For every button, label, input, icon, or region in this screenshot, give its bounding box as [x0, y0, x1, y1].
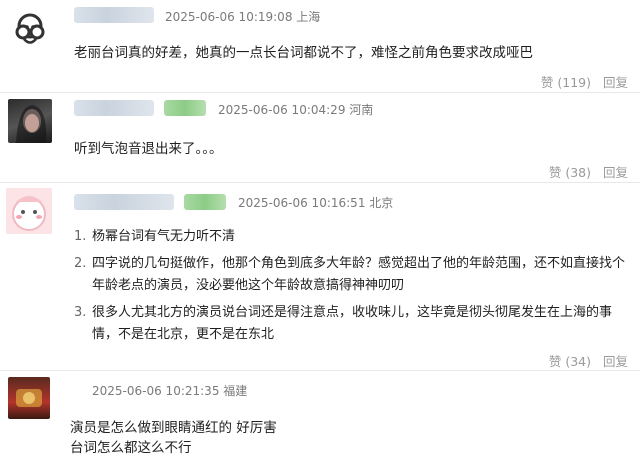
comment-item: 2025-06-06 10:21:35 福建 演员是怎么做到眼睛通红的 好厉害 …: [0, 370, 640, 456]
list-item-line: 杨幂台词有气无力听不清: [92, 229, 236, 244]
list-item-line: 四字说的几句挺做作，他那个角色到底多大年龄？感觉超出了他的年龄范围，还不如直接找…: [92, 256, 626, 271]
reply-button[interactable]: 回复: [603, 75, 628, 90]
avatar[interactable]: [8, 99, 52, 143]
avatar-image: [16, 105, 47, 143]
comment-location: 北京: [369, 196, 394, 210]
comment-location: 上海: [296, 10, 321, 24]
like-count: (34): [565, 354, 591, 369]
comment-actions: 赞 (34) 回复: [541, 351, 628, 370]
like-button[interactable]: 赞 (34): [549, 354, 591, 369]
avatar-image: [15, 13, 45, 44]
list-item-number: 3.: [74, 305, 87, 320]
list-item-line: 年龄老点的演员，没必要他这个年龄故意搞得神神叨叨: [92, 278, 405, 293]
username-blurred[interactable]: [74, 7, 154, 23]
comment-meta: 2025-06-06 10:19:08 上海: [165, 8, 320, 25]
comment-actions: 赞 (119) 回复: [533, 72, 628, 91]
list-item-line: 情，不是在北京，更不是在东北: [92, 327, 275, 342]
list-item-line: 很多人尤其北方的演员说台词还是得注意点，收收味儿，这毕竟是彻头彻尾发生在上海的事: [92, 305, 613, 320]
comment-numbered-list: 1. 杨幂台词有气无力听不清 2. 四字说的几句挺做作，他那个角色到底多大年龄？…: [74, 226, 634, 351]
like-label: 赞: [540, 75, 554, 90]
avatar-image: [12, 196, 46, 231]
like-button[interactable]: 赞 (119): [541, 75, 591, 90]
comment-time: 2025-06-06 10:21:35: [92, 384, 220, 398]
username-blurred[interactable]: [74, 194, 174, 210]
list-item: 2. 四字说的几句挺做作，他那个角色到底多大年龄？感觉超出了他的年龄范围，还不如…: [74, 253, 634, 297]
list-item: 1. 杨幂台词有气无力听不清: [74, 226, 634, 248]
comment-text: 听到气泡音退出来了。。。: [74, 141, 223, 157]
reply-button[interactable]: 回复: [603, 354, 628, 369]
comment-time: 2025-06-06 10:19:08: [165, 10, 293, 24]
avatar[interactable]: [8, 377, 50, 419]
like-label: 赞: [548, 165, 562, 180]
like-count: (119): [557, 75, 591, 90]
comment-location: 福建: [223, 384, 248, 398]
list-item-number: 2.: [74, 256, 87, 271]
like-button[interactable]: 赞 (38): [549, 165, 591, 180]
user-badge-blurred: [184, 194, 226, 210]
user-badge-blurred: [164, 100, 206, 116]
comment-time: 2025-06-06 10:04:29: [218, 103, 346, 117]
like-count: (38): [565, 165, 591, 180]
comment-meta: 2025-06-06 10:21:35 福建: [92, 382, 247, 399]
list-item-number: 1.: [74, 229, 87, 244]
username-blurred[interactable]: [74, 100, 154, 116]
reply-button[interactable]: 回复: [603, 165, 628, 180]
comment-text: 老丽台词真的好差，她真的一点长台词都说不了，难怪之前角色要求改成哑巴: [74, 45, 533, 61]
comment-item: 2025-06-06 10:16:51 北京 1. 杨幂台词有气无力听不清 2.…: [0, 182, 640, 371]
avatar-image: [16, 389, 42, 407]
comment-meta: 2025-06-06 10:16:51 北京: [238, 194, 393, 211]
comment-text-line: 演员是怎么做到眼睛通红的 好厉害: [70, 420, 277, 436]
comment-time: 2025-06-06 10:16:51: [238, 196, 366, 210]
comment-meta: 2025-06-06 10:04:29 河南: [218, 101, 373, 118]
comment-text-line: 台词怎么都这么不行: [70, 440, 192, 456]
avatar[interactable]: [10, 10, 50, 50]
list-item: 3. 很多人尤其北方的演员说台词还是得注意点，收收味儿，这毕竟是彻头彻尾发生在上…: [74, 302, 634, 346]
comment-actions: 赞 (38) 回复: [541, 162, 628, 181]
comment-location: 河南: [349, 103, 374, 117]
comment-item: 2025-06-06 10:19:08 上海 老丽台词真的好差，她真的一点长台词…: [0, 0, 640, 92]
comment-item: 2025-06-06 10:04:29 河南 听到气泡音退出来了。。。 赞 (3…: [0, 92, 640, 183]
avatar[interactable]: [6, 188, 52, 234]
like-label: 赞: [548, 354, 562, 369]
